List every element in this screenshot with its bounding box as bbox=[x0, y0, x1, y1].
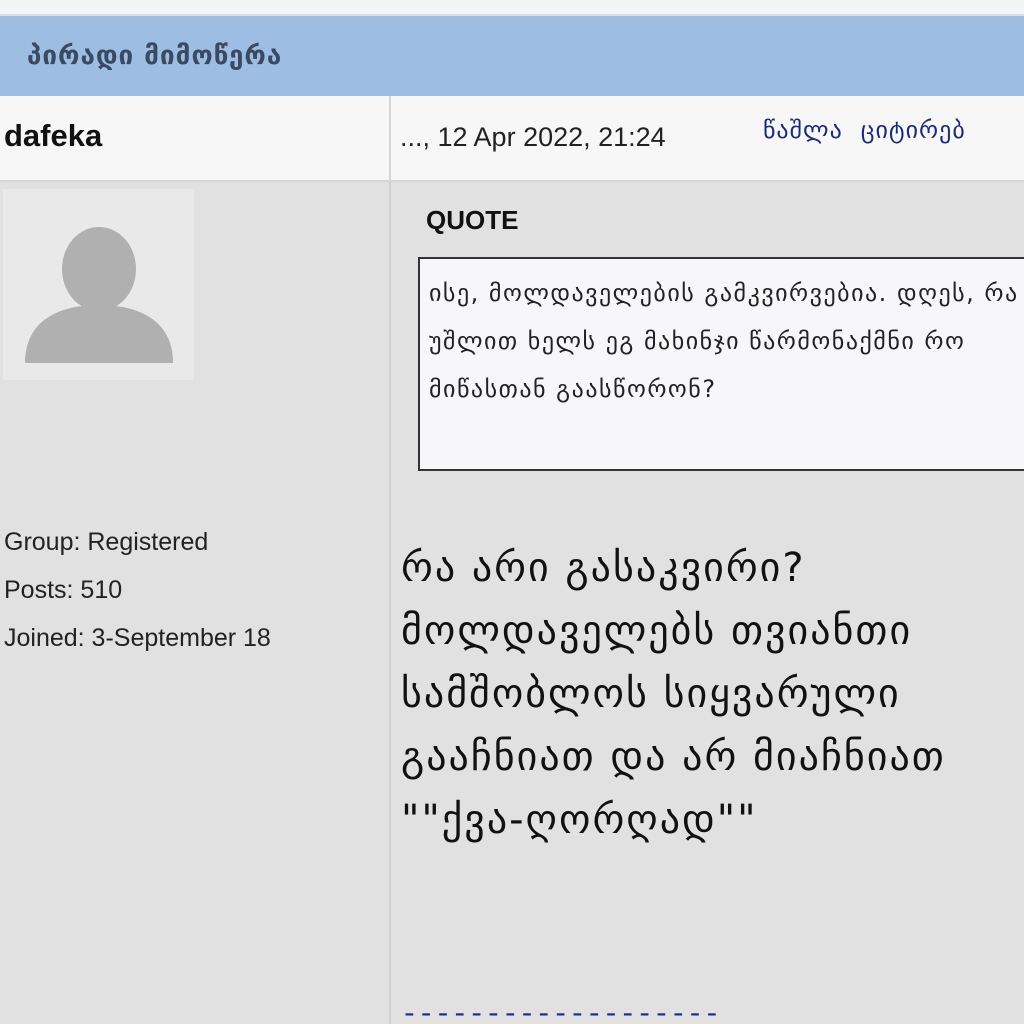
default-user-icon bbox=[25, 227, 173, 363]
author-posts: Posts: 510 bbox=[4, 576, 123, 604]
author-sidebar: Group: Registered Posts: 510 Joined: 3-S… bbox=[0, 182, 391, 1024]
quote-text: ისე, მოლდაველების გამკვირვებია. დღეს, რა… bbox=[429, 279, 1019, 403]
author-cell: dafeka bbox=[0, 96, 391, 180]
author-group: Group: Registered bbox=[4, 528, 209, 556]
quote-box: ისე, მოლდაველების გამკვირვებია. დღეს, რა… bbox=[418, 257, 1024, 471]
quote-link[interactable]: ციტირებ bbox=[861, 116, 966, 144]
post-date: ..., 12 Apr 2022, 21:24 bbox=[400, 122, 666, 152]
post-actions: წაშლა ციტირებ bbox=[763, 116, 966, 144]
top-strip bbox=[0, 0, 1024, 16]
delete-link[interactable]: წაშლა bbox=[763, 116, 843, 144]
private-messages-page: პირადი მიმოწერა dafeka ..., 12 Apr 2022,… bbox=[0, 0, 1024, 1024]
post-body-text: რა არი გასაკვირი? მოლდაველებს თვიანთი სა… bbox=[401, 545, 946, 843]
post-header: dafeka ..., 12 Apr 2022, 21:24 წაშლა ციტ… bbox=[0, 96, 1024, 182]
author-name[interactable]: dafeka bbox=[4, 118, 102, 154]
quote-label: QUOTE bbox=[426, 205, 519, 235]
author-joined: Joined: 3-September 18 bbox=[4, 624, 271, 652]
signature-divider: ------------------- bbox=[401, 1000, 721, 1024]
section-title-bar: პირადი მიმოწერა bbox=[0, 16, 1024, 96]
section-title: პირადი მიმოწერა bbox=[27, 41, 283, 71]
avatar bbox=[3, 189, 194, 380]
post-content: QUOTE ისე, მოლდაველების გამკვირვებია. დღ… bbox=[393, 182, 1024, 1024]
